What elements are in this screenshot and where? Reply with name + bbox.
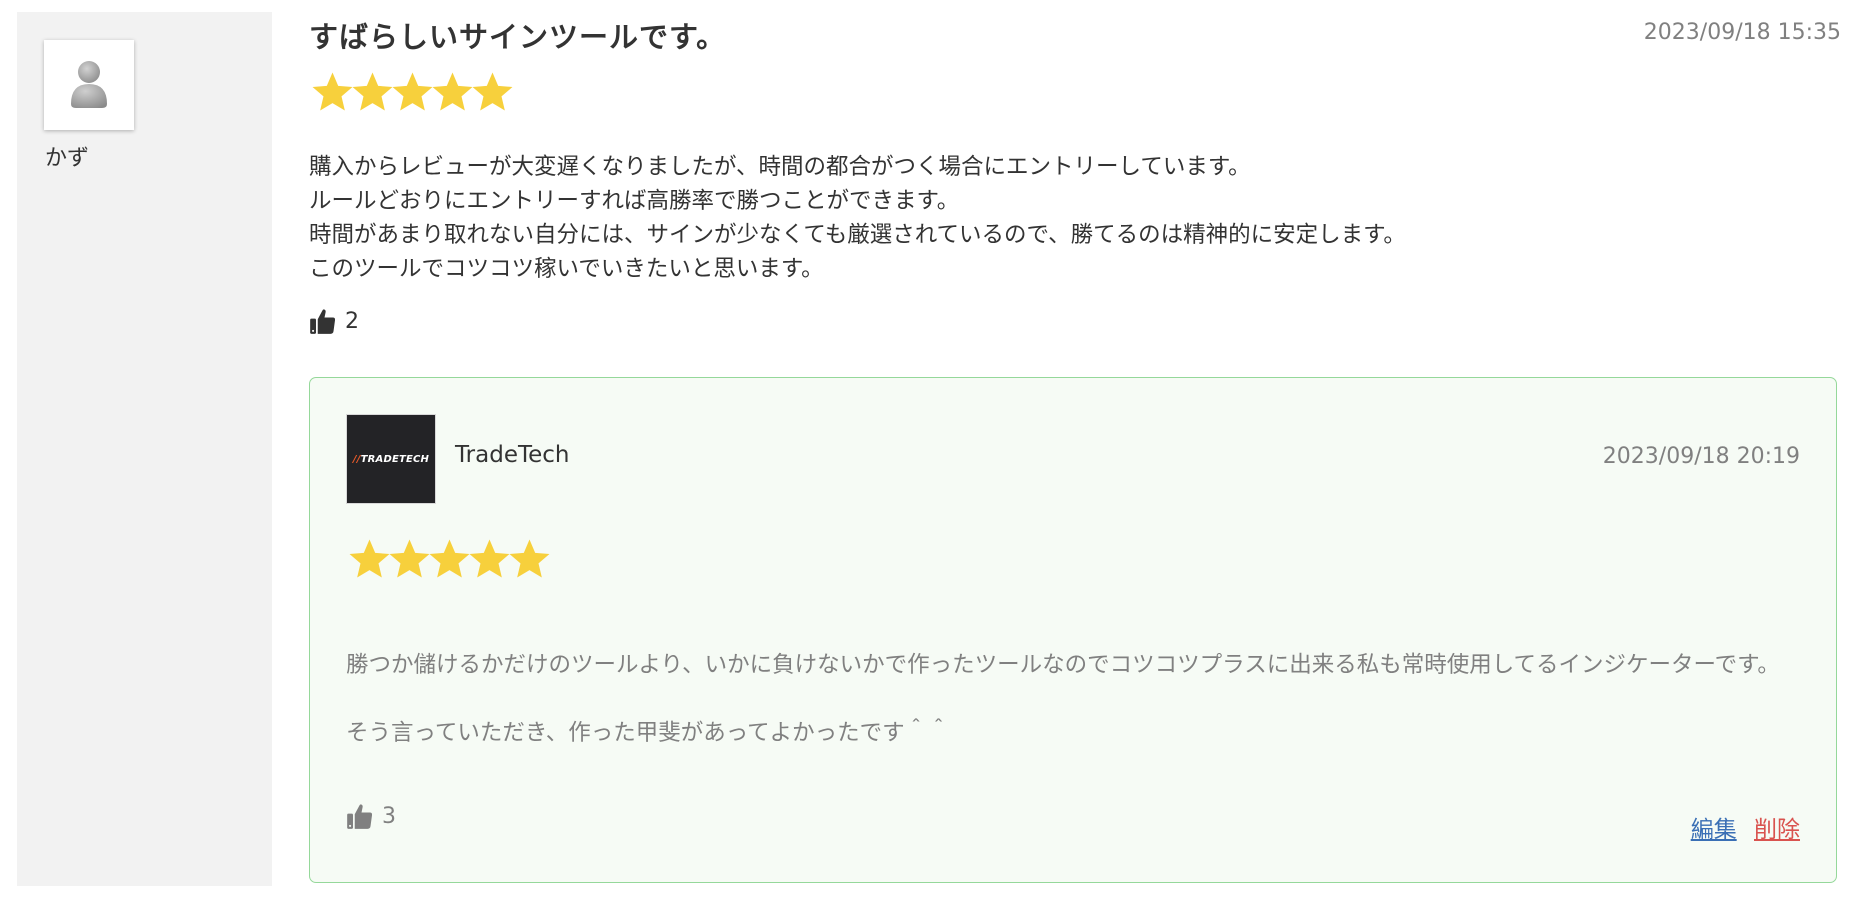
review-like-button[interactable]: 2 [309, 307, 359, 335]
reviewer-name[interactable]: かず [45, 140, 89, 172]
reply-like-count: 3 [382, 803, 396, 829]
reviewer-panel: かず [17, 12, 272, 886]
thumbs-up-icon [310, 309, 336, 334]
thumbs-up-icon [347, 804, 373, 829]
review-rating [309, 69, 513, 116]
seller-logo[interactable]: //TRADETECH [346, 414, 436, 504]
reply-date: 2023/09/18 20:19 [1602, 444, 1800, 469]
review-body-line: このツールでコツコツ稼いでいきたいと思います。 [309, 256, 824, 282]
reviewer-avatar[interactable] [44, 40, 134, 130]
seller-reply: //TRADETECH TradeTech 2023/09/18 20:19 勝… [309, 377, 1837, 883]
review-body-line: 購入からレビューが大変遅くなりましたが、時間の都合がつく場合にエントリーしていま… [309, 154, 1251, 180]
review-body-line: ルールどおりにエントリーすれば高勝率で勝つことができます。 [309, 188, 960, 214]
reply-body-paragraph: 勝つか儲けるかだけのツールより、いかに負けないかで作ったツールなのでコツコツプラ… [346, 652, 1780, 678]
star-icon [469, 69, 516, 116]
reply-like-button[interactable]: 3 [346, 802, 396, 830]
user-silhouette-icon [71, 61, 107, 108]
reply-body-paragraph: そう言っていただき、作った甲斐があってよかったです＾＾ [346, 720, 950, 746]
reply-actions: 編集 削除 [1691, 810, 1800, 844]
reply-rating [346, 536, 550, 583]
review-title: すばらしいサインツールです。 [309, 20, 727, 54]
delete-link[interactable]: 削除 [1754, 817, 1800, 843]
review-body: 購入からレビューが大変遅くなりましたが、時間の都合がつく場合にエントリーしていま… [309, 150, 1809, 286]
edit-link[interactable]: 編集 [1691, 817, 1737, 843]
review-like-count: 2 [345, 308, 359, 334]
review-body-line: 時間があまり取れない自分には、サインが少なくても厳選されているので、勝てるのは精… [309, 222, 1406, 248]
star-icon [506, 536, 553, 583]
review-date: 2023/09/18 15:35 [1643, 20, 1841, 45]
seller-logo-text: //TRADETECH [352, 453, 430, 465]
review-item: すばらしいサインツールです。 2023/09/18 15:35 購入からレビュー… [309, 0, 1841, 904]
reply-body: 勝つか儲けるかだけのツールより、いかに負けないかで作ったツールなのでコツコツプラ… [346, 648, 1806, 750]
seller-name[interactable]: TradeTech [455, 442, 569, 468]
